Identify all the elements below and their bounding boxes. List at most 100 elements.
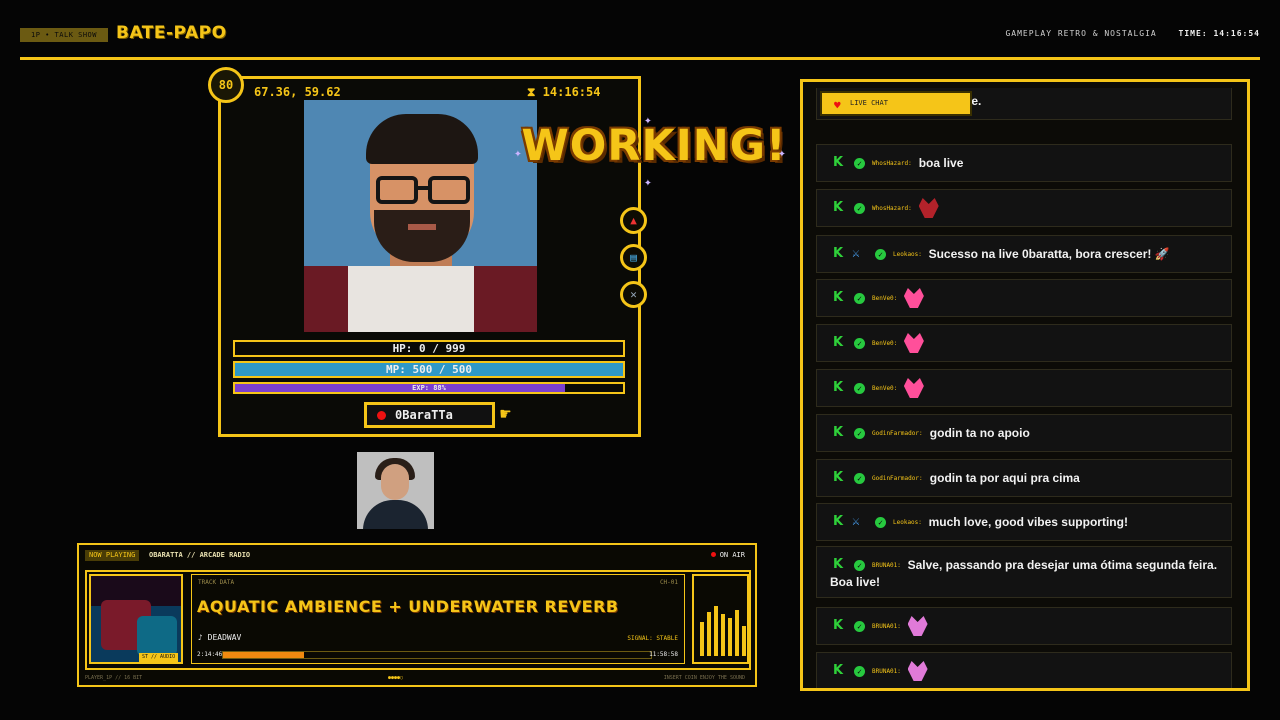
equalizer-bar — [714, 606, 718, 656]
kick-logo-icon: K — [833, 470, 844, 485]
record-dot-icon — [377, 411, 386, 420]
chat-username[interactable]: BRUNA01: — [872, 623, 901, 630]
verified-badge-icon: ✓ — [854, 383, 865, 394]
bag-icon[interactable]: ▲ — [620, 207, 647, 234]
equalizer-bar — [742, 626, 746, 656]
now-playing-tag: NOW PLAYING — [85, 550, 140, 561]
show-tag: 1P • TALK SHOW — [20, 28, 108, 42]
chat-message: K ⚔ ✓ Leokaos: Sucesso na live 0baratta, bor… — [816, 235, 1232, 273]
chat-username[interactable]: WhosHazard: — [872, 160, 912, 167]
kick-logo-icon: K — [833, 425, 844, 440]
sparkle-icon: ✦ — [778, 146, 786, 161]
sword-badge-icon: ⚔ — [852, 514, 860, 529]
book-icon[interactable]: ▤ — [620, 244, 647, 271]
chat-username[interactable]: BRUNA01: — [872, 562, 901, 569]
mp-bar: MP: 500 / 500 — [233, 361, 625, 378]
chat-text: godin ta por aqui pra cima — [929, 471, 1080, 485]
chat-message: K ✓ BRUNA01: Salve, passando pra desejar um… — [816, 546, 1232, 598]
kick-logo-icon: K — [833, 246, 844, 261]
album-art: ST // AUDIO — [89, 574, 183, 664]
equalizer — [692, 574, 749, 664]
webcam-feed — [357, 452, 434, 529]
streamer-portrait — [304, 100, 537, 332]
level-badge: 80 — [208, 67, 244, 103]
verified-badge-icon: ✓ — [854, 338, 865, 349]
kick-logo-icon: K — [833, 290, 844, 305]
pink-bow-emote — [903, 378, 924, 398]
radio-footer: PLAYER_1P // 16 BIT ●●●●○ INSERT COIN EN… — [85, 675, 749, 683]
top-bar: 1P • TALK SHOW BATE-PAPO GAMEPLAY RETRO … — [20, 22, 1260, 48]
on-air-indicator: ON AIR — [710, 550, 745, 561]
chat-username[interactable]: BenVe0: — [872, 385, 897, 392]
chat-text: much love, good vibes supporting! — [928, 515, 1128, 529]
live-chat-tab[interactable]: ♥ LIVE CHAT — [820, 91, 972, 116]
swords-icon[interactable]: ✕ — [620, 281, 647, 308]
top-divider — [20, 57, 1260, 60]
card-clock: ⧗ 14:16:54 — [527, 85, 600, 100]
chat-username[interactable]: Leokaos: — [893, 519, 922, 526]
verified-badge-icon: ✓ — [854, 560, 865, 571]
track-info: TRACK DATA CH-01 AQUATIC AMBIENCE + UNDE… — [191, 574, 685, 664]
chat-message: K ✓ BenVe0: — [816, 369, 1232, 407]
chat-message: K ✓ BRUNA01: — [816, 607, 1232, 645]
radio-header: NOW PLAYING OBARATTA // ARCADE RADIO ON … — [85, 550, 749, 562]
verified-badge-icon: ✓ — [875, 517, 886, 528]
track-data-label: TRACK DATA — [198, 579, 235, 586]
red-monster-emote — [918, 198, 939, 218]
card-clock-value: 14:16:54 — [542, 85, 601, 99]
signal-status: SIGNAL: STABLE — [627, 635, 678, 642]
elapsed-time: 2:14:46 — [197, 651, 223, 658]
chat-username[interactable]: BRUNA01: — [872, 668, 901, 675]
show-subtitle: GAMEPLAY RETRO & NOSTALGIA — [1005, 29, 1157, 38]
chat-username[interactable]: Leokaos: — [893, 251, 922, 258]
streamer-name-plate[interactable]: 0BaraTTa — [364, 402, 495, 428]
live-chat-label: LIVE CHAT — [850, 99, 888, 107]
on-air-label: ON AIR — [719, 551, 745, 559]
footer-dots: ●●●●○ — [388, 675, 404, 681]
station-name: OBARATTA // ARCADE RADIO — [149, 551, 251, 559]
footer-right: INSERT COIN ENJOY THE SOUND — [663, 675, 745, 681]
on-air-dot-icon — [710, 552, 716, 557]
verified-badge-icon: ✓ — [854, 158, 865, 169]
page-title: BATE-PAPO — [116, 23, 227, 43]
exp-fill — [235, 384, 565, 392]
chat-message-list[interactable]: K✓WhosHazard:much love.K✓WhosHazard:boa … — [816, 88, 1234, 688]
kick-logo-icon: K — [833, 200, 844, 215]
equalizer-bar — [707, 612, 711, 656]
time-value: 14:16:54 — [1213, 29, 1260, 38]
kick-logo-icon: K — [833, 663, 844, 678]
working-banner: WORKING! — [521, 121, 787, 171]
chat-message: K ✓ BenVe0: — [816, 324, 1232, 362]
equalizer-bar — [728, 618, 732, 656]
chat-message: K ✓ BRUNA01: — [816, 652, 1232, 688]
verified-badge-icon: ✓ — [854, 428, 865, 439]
pink-bunny-emote — [907, 616, 928, 636]
chat-text: Sucesso na live 0baratta, bora crescer! … — [928, 247, 1170, 261]
kick-logo-icon: K — [833, 380, 844, 395]
coordinates-readout: 67.36, 59.62 — [254, 85, 341, 99]
verified-badge-icon: ✓ — [875, 249, 886, 260]
channel-label: CH-01 — [659, 579, 678, 586]
chat-username[interactable]: GodinFarmador: — [872, 475, 923, 482]
chat-message: K ✓ GodinFarmador: godin ta no apoio — [816, 414, 1232, 452]
time-readout: TIME: 14:16:54 — [1179, 29, 1260, 38]
chat-text-continued: Boa live! — [830, 575, 881, 589]
chat-text: godin ta no apoio — [929, 426, 1030, 440]
pink-bunny-emote — [907, 661, 928, 681]
track-progress-fill — [223, 652, 305, 658]
chat-username[interactable]: BenVe0: — [872, 340, 897, 347]
heart-icon: ♥ — [834, 99, 841, 112]
chat-username[interactable]: WhosHazard: — [872, 205, 912, 212]
verified-badge-icon: ✓ — [854, 293, 865, 304]
kick-logo-icon: K — [833, 514, 844, 529]
total-time: 11:58:58 — [649, 651, 678, 658]
radio-player: NOW PLAYING OBARATTA // ARCADE RADIO ON … — [77, 543, 757, 687]
hourglass-icon: ⧗ — [527, 85, 536, 99]
chat-username[interactable]: BenVe0: — [872, 295, 897, 302]
exp-bar: EXP: 88% — [233, 382, 625, 394]
top-status: GAMEPLAY RETRO & NOSTALGIA TIME: 14:16:5… — [1005, 29, 1260, 38]
verified-badge-icon: ✓ — [854, 666, 865, 677]
sparkle-icon: ✦ — [514, 146, 522, 161]
chat-username[interactable]: GodinFarmador: — [872, 430, 923, 437]
track-progress-bar[interactable] — [222, 651, 652, 659]
